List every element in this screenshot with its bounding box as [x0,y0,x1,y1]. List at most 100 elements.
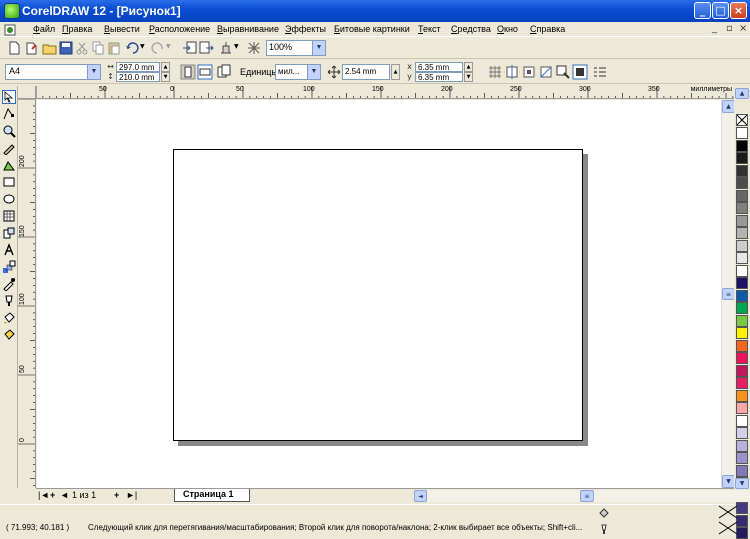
palette-scroll-up-button[interactable]: ▲ [735,88,749,99]
corel-online-icon[interactable] [246,40,262,56]
outline-icon[interactable] [2,294,16,308]
new-from-template-icon[interactable] [24,40,40,56]
color-swatch[interactable] [736,402,748,414]
color-swatch[interactable] [736,414,748,427]
paste-icon[interactable] [106,40,122,56]
page-tab-1[interactable]: Страница 1 [174,489,250,502]
freehand-icon[interactable] [2,141,16,156]
pick-icon[interactable] [2,90,16,104]
nudge-spinner[interactable]: ▲ [391,64,400,80]
height-spinner[interactable]: ▼ [161,72,170,82]
color-swatch[interactable] [736,264,748,277]
horizontal-scroll-thumb[interactable]: ≡ [580,490,594,502]
color-swatch[interactable] [736,352,748,364]
color-swatch[interactable] [736,177,748,189]
snap-to-guidelines-icon[interactable] [504,64,520,80]
menu-view[interactable]: Вывести [104,24,140,34]
menu-file[interactable]: Файл [33,24,55,34]
open-icon[interactable] [42,40,58,56]
fill-none-indicator-icon[interactable] [718,505,738,519]
color-swatch[interactable] [736,164,748,177]
color-swatch[interactable] [736,202,748,214]
eyedropper-icon[interactable] [2,277,16,292]
page-height-field[interactable]: 210.0 mm [116,72,160,82]
color-swatch[interactable] [736,452,748,464]
smart-fill-icon[interactable] [2,158,16,172]
close-button[interactable]: × [730,2,747,19]
ellipse-icon[interactable] [2,192,16,206]
menu-layout[interactable]: Расположение [149,24,210,34]
zoom-level-select[interactable]: 100% ▼ [266,40,326,56]
color-swatch[interactable] [736,339,748,352]
color-swatch[interactable] [736,377,748,389]
color-swatch[interactable] [736,427,748,439]
color-swatch[interactable] [736,127,748,139]
basic-shapes-icon[interactable] [2,226,16,240]
mdi-minimize-button[interactable]: _ [712,23,717,34]
ruler-corner[interactable] [18,86,36,99]
color-swatch[interactable] [736,239,748,252]
text-icon[interactable] [2,243,16,257]
vertical-ruler[interactable]: 200 150 100 50 0 [18,99,36,488]
export-icon[interactable] [198,40,214,56]
duplicate-y-field[interactable]: 6.35 mm [415,72,463,82]
interactive-blend-icon[interactable] [2,260,16,274]
cdr-document-icon[interactable] [4,24,16,38]
maximize-button[interactable]: □ [712,2,729,19]
color-swatch[interactable] [736,364,748,377]
dynamic-guides-icon[interactable] [538,64,554,80]
chevron-down-icon[interactable]: ▼ [312,41,325,55]
polygon-icon[interactable] [2,209,16,223]
color-swatch[interactable] [736,389,748,402]
horizontal-scrollbar[interactable]: ◄ ≡ ► [414,490,750,502]
snap-to-grid-icon[interactable] [487,64,503,80]
menu-window[interactable]: Окно [497,24,518,34]
all-pages-icon[interactable] [216,64,232,80]
duplicate-x-field[interactable]: 6.35 mm [415,62,463,72]
copy-icon[interactable] [90,40,106,56]
previous-page-button[interactable]: ◄ [60,490,69,500]
coreldraw-app-icon[interactable] [4,3,20,19]
minimize-button[interactable]: _ [694,2,711,19]
first-page-button[interactable]: |◄ [38,490,49,500]
color-swatch[interactable] [736,464,748,477]
vertical-scrollbar[interactable]: ▲ ≡ ▼ [721,100,735,488]
cut-icon[interactable] [74,40,90,56]
fill-indicator-icon[interactable] [598,507,610,519]
page-width-field[interactable]: 297.0 mm [116,62,160,72]
menu-text[interactable]: Текст [418,24,441,34]
outline-none-indicator-icon[interactable] [718,521,738,535]
treat-as-filled-icon[interactable] [555,64,571,80]
drawing-page[interactable] [173,149,583,441]
color-swatch[interactable] [736,327,748,339]
new-document-icon[interactable] [6,40,22,56]
mdi-close-button[interactable]: × [739,23,747,34]
application-launcher-icon[interactable] [218,40,234,56]
menu-bitmaps[interactable]: Битовые картинки [334,24,410,34]
add-page-before-button[interactable]: + [50,490,55,500]
color-swatch[interactable] [736,152,748,164]
dup-x-spinner[interactable]: ▲ [464,62,473,72]
undo-icon[interactable] [124,40,140,56]
color-swatch[interactable] [736,289,748,302]
paper-size-select[interactable]: A4 ▼ [5,64,101,80]
chevron-down-icon[interactable]: ▼ [307,65,320,79]
save-icon[interactable] [58,40,74,56]
zoom-icon[interactable] [2,124,16,138]
interactive-fill-icon[interactable] [2,328,16,342]
menu-edit[interactable]: Правка [62,24,92,34]
outline-indicator-icon[interactable] [598,523,610,535]
color-swatch[interactable] [736,439,748,452]
launcher-dropdown-icon[interactable]: ▼ [234,40,242,56]
undo-dropdown-icon[interactable]: ▼ [140,40,148,56]
scroll-left-button[interactable]: ◄ [414,490,427,502]
menu-tools[interactable]: Средства [451,24,491,34]
draw-precision-icon[interactable] [572,64,588,80]
last-page-button[interactable]: ►| [126,490,137,500]
menu-arrange[interactable]: Выравнивание [217,24,279,34]
horizontal-ruler[interactable]: 50 0 50 100 150 200 250 300 350 миллимет… [36,86,734,99]
redo-dropdown-icon[interactable]: ▼ [166,40,174,56]
color-swatch[interactable] [736,302,748,314]
mdi-restore-button[interactable]: ▫ [726,23,733,34]
menu-help[interactable]: Справка [530,24,565,34]
